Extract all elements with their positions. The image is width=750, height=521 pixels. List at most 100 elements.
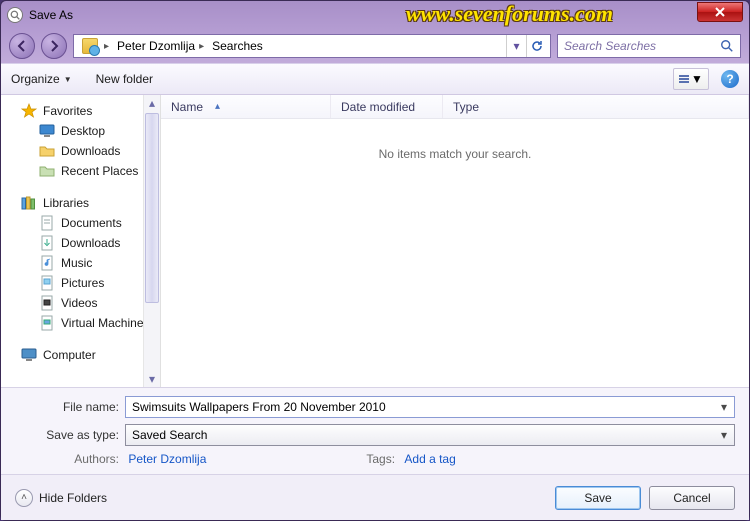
dialog-body: Favorites Desktop Downloads Recent Place… bbox=[1, 95, 749, 387]
breadcrumb-seg-1[interactable]: Peter Dzomlija ▸ bbox=[113, 35, 208, 57]
nav-label: Downloads bbox=[61, 236, 120, 250]
chevron-down-icon[interactable]: ▾ bbox=[716, 427, 732, 443]
app-icon bbox=[7, 7, 23, 23]
filename-label: File name: bbox=[15, 400, 119, 414]
nav-label: Desktop bbox=[61, 124, 105, 138]
scroll-thumb[interactable] bbox=[145, 113, 159, 303]
cancel-button[interactable]: Cancel bbox=[649, 486, 735, 510]
nav-label: Downloads bbox=[61, 144, 120, 158]
filename-input[interactable]: Swimsuits Wallpapers From 20 November 20… bbox=[125, 396, 735, 418]
nav-pictures[interactable]: Pictures bbox=[1, 273, 160, 293]
organize-button[interactable]: Organize ▼ bbox=[11, 72, 72, 86]
nav-label: Recent Places bbox=[61, 164, 138, 178]
column-headers: Name ▴ Date modified Type bbox=[161, 95, 749, 119]
sort-ascending-icon: ▴ bbox=[215, 101, 220, 112]
nav-label: Music bbox=[61, 256, 92, 270]
libraries-icon bbox=[21, 195, 37, 211]
hide-folders-button[interactable]: ˄ Hide Folders bbox=[15, 489, 107, 507]
column-label: Name bbox=[171, 100, 203, 114]
help-button[interactable]: ? bbox=[721, 70, 739, 88]
chevron-up-icon: ˄ bbox=[15, 489, 33, 507]
scroll-down-icon[interactable]: ▾ bbox=[144, 371, 160, 387]
titlebar: Save As www.sevenforums.com bbox=[1, 1, 749, 29]
empty-message: No items match your search. bbox=[161, 119, 749, 387]
user-folder-icon bbox=[82, 38, 98, 54]
star-icon bbox=[21, 103, 37, 119]
column-name[interactable]: Name ▴ bbox=[161, 95, 331, 118]
documents-icon bbox=[39, 215, 55, 231]
savetype-label: Save as type: bbox=[15, 428, 119, 442]
nav-downloads[interactable]: Downloads bbox=[1, 141, 160, 161]
chevron-down-icon: ▼ bbox=[691, 72, 703, 86]
savetype-select[interactable]: Saved Search ▾ bbox=[125, 424, 735, 446]
nav-label: Videos bbox=[61, 296, 97, 310]
nav-documents[interactable]: Documents bbox=[1, 213, 160, 233]
recent-places-icon bbox=[39, 163, 55, 179]
hide-folders-label: Hide Folders bbox=[39, 491, 107, 505]
list-view-icon bbox=[679, 75, 689, 83]
nav-label: Pictures bbox=[61, 276, 104, 290]
address-dropdown-button[interactable]: ▾ bbox=[506, 35, 526, 57]
nav-bar: ▸ Peter Dzomlija ▸ Searches ▾ Search Sea… bbox=[1, 29, 749, 63]
computer-label: Computer bbox=[43, 348, 96, 362]
footer: ˄ Hide Folders Save Cancel bbox=[1, 474, 749, 520]
window-title: Save As bbox=[29, 8, 73, 22]
nav-music[interactable]: Music bbox=[1, 253, 160, 273]
filename-value: Swimsuits Wallpapers From 20 November 20… bbox=[132, 400, 386, 414]
column-type[interactable]: Type bbox=[443, 95, 749, 118]
computer-group[interactable]: Computer bbox=[1, 345, 160, 365]
navigation-pane: Favorites Desktop Downloads Recent Place… bbox=[1, 95, 161, 387]
libraries-label: Libraries bbox=[43, 196, 89, 210]
libraries-group[interactable]: Libraries bbox=[1, 193, 160, 213]
savetype-value: Saved Search bbox=[132, 428, 207, 442]
favorites-group[interactable]: Favorites bbox=[1, 101, 160, 121]
videos-icon bbox=[39, 295, 55, 311]
breadcrumb-root[interactable]: ▸ bbox=[78, 35, 113, 57]
file-list-area: Name ▴ Date modified Type No items match… bbox=[161, 95, 749, 387]
chevron-down-icon[interactable]: ▾ bbox=[716, 399, 732, 415]
nav-lib-downloads[interactable]: Downloads bbox=[1, 233, 160, 253]
address-bar[interactable]: ▸ Peter Dzomlija ▸ Searches ▾ bbox=[73, 34, 551, 58]
organize-label: Organize bbox=[11, 72, 60, 86]
tags-value[interactable]: Add a tag bbox=[404, 452, 455, 466]
back-button[interactable] bbox=[9, 33, 35, 59]
chevron-right-icon: ▸ bbox=[199, 41, 204, 52]
search-placeholder: Search Searches bbox=[564, 39, 656, 53]
desktop-icon bbox=[39, 123, 55, 139]
computer-icon bbox=[21, 347, 37, 363]
breadcrumb-label: Peter Dzomlija bbox=[117, 39, 195, 53]
pictures-icon bbox=[39, 275, 55, 291]
breadcrumb-label: Searches bbox=[212, 39, 263, 53]
downloads-icon bbox=[39, 235, 55, 251]
virtual-machines-icon bbox=[39, 315, 55, 331]
search-input[interactable]: Search Searches bbox=[557, 34, 741, 58]
scroll-up-icon[interactable]: ▴ bbox=[144, 95, 160, 111]
chevron-down-icon: ▼ bbox=[64, 75, 72, 84]
nav-scrollbar[interactable]: ▴ ▾ bbox=[143, 95, 160, 387]
view-button[interactable]: ▼ bbox=[673, 68, 709, 90]
new-folder-button[interactable]: New folder bbox=[96, 72, 153, 86]
watermark-text: www.sevenforums.com bbox=[406, 1, 613, 27]
breadcrumb-seg-2[interactable]: Searches bbox=[208, 35, 267, 57]
column-date-modified[interactable]: Date modified bbox=[331, 95, 443, 118]
tags-label: Tags: bbox=[366, 452, 395, 466]
address-buttons: ▾ bbox=[506, 35, 546, 57]
search-icon bbox=[720, 39, 734, 53]
authors-label: Authors: bbox=[15, 452, 119, 466]
nav-recent-places[interactable]: Recent Places bbox=[1, 161, 160, 181]
nav-videos[interactable]: Videos bbox=[1, 293, 160, 313]
authors-value[interactable]: Peter Dzomlija bbox=[128, 452, 206, 466]
nav-virtual-machines[interactable]: Virtual Machines bbox=[1, 313, 160, 333]
music-icon bbox=[39, 255, 55, 271]
close-button[interactable] bbox=[697, 2, 743, 22]
toolbar: Organize ▼ New folder ▼ ? bbox=[1, 63, 749, 95]
refresh-button[interactable] bbox=[526, 35, 546, 57]
nav-desktop[interactable]: Desktop bbox=[1, 121, 160, 141]
favorites-label: Favorites bbox=[43, 104, 92, 118]
form-area: File name: Swimsuits Wallpapers From 20 … bbox=[1, 387, 749, 474]
folder-icon bbox=[39, 143, 55, 159]
forward-button[interactable] bbox=[41, 33, 67, 59]
save-button[interactable]: Save bbox=[555, 486, 641, 510]
nav-label: Virtual Machines bbox=[61, 316, 150, 330]
chevron-right-icon: ▸ bbox=[104, 41, 109, 52]
